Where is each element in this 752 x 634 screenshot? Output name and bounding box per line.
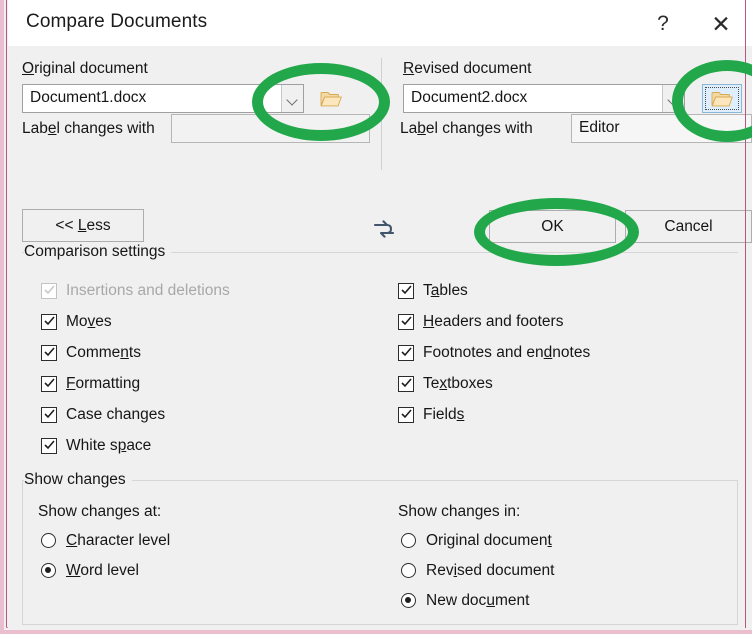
check-icon	[44, 378, 55, 388]
revised-document-combobox[interactable]: Document2.docx	[403, 84, 685, 113]
check-icon	[44, 316, 55, 326]
revised-label-changes-with-label: Label changes with	[400, 120, 533, 137]
check-icon	[44, 409, 55, 419]
folder-open-icon	[711, 91, 733, 106]
checkbox-box[interactable]	[398, 345, 414, 361]
radio-label: Revised document	[426, 562, 555, 579]
checkbox-label: Insertions and deletions	[66, 282, 230, 299]
revised-browse-button[interactable]	[702, 84, 742, 113]
radio-button[interactable]	[41, 533, 56, 548]
revised-label-changes-value: Editor	[579, 119, 620, 136]
screenshot-frame: Compare Documents ? ✕ Original document …	[0, 0, 752, 634]
chevron-down-icon[interactable]	[662, 85, 684, 112]
check-icon	[401, 409, 412, 419]
checkbox-box[interactable]	[41, 407, 57, 423]
check-icon	[44, 285, 55, 295]
checkbox-label: Headers and footers	[423, 313, 564, 330]
radio-label: Original document	[426, 532, 552, 549]
ok-button[interactable]: OK	[489, 210, 616, 243]
radio-button[interactable]	[401, 593, 416, 608]
checkbox-label: Footnotes and endnotes	[423, 344, 591, 361]
check-icon	[401, 285, 412, 295]
checkbox-label: Case changes	[66, 406, 166, 423]
swap-arrows-icon	[373, 220, 395, 238]
checkbox-label: Tables	[423, 282, 468, 299]
checkbox-box[interactable]	[41, 376, 57, 392]
checkbox-box[interactable]	[398, 376, 414, 392]
show-changes-group-line-bottom	[22, 624, 738, 625]
dialog-body: Original document Document1.docx Label c…	[8, 46, 752, 630]
radio-button[interactable]	[401, 533, 416, 548]
folder-open-icon	[320, 91, 342, 106]
checkbox-label: Moves	[66, 313, 112, 330]
check-icon	[44, 440, 55, 450]
radio-button[interactable]	[41, 563, 56, 578]
show-changes-group-line-right	[737, 480, 738, 624]
checkbox-box[interactable]	[398, 283, 414, 299]
revised-document-label: Revised document	[403, 60, 532, 77]
radio-label: Character level	[66, 532, 171, 549]
dialog-title: Compare Documents	[26, 11, 208, 32]
radio-button[interactable]	[401, 563, 416, 578]
checkbox-box[interactable]	[41, 314, 57, 330]
checkbox-label: Textboxes	[423, 375, 493, 392]
checkbox-label: White space	[66, 437, 152, 454]
swap-documents-button[interactable]	[368, 216, 400, 244]
check-icon	[401, 347, 412, 357]
revised-label-changes-input[interactable]: Editor	[571, 114, 752, 143]
checkbox-label: Comments	[66, 344, 141, 361]
checkbox-box[interactable]	[41, 438, 57, 454]
original-browse-button[interactable]	[311, 84, 351, 113]
checkbox-label: Formatting	[66, 375, 141, 392]
original-label-changes-input[interactable]	[171, 114, 370, 143]
radio-label: New document	[426, 592, 530, 609]
radio-label: Word level	[66, 562, 139, 579]
close-button[interactable]: ✕	[704, 9, 738, 39]
original-label-changes-with-label: Label changes with	[22, 120, 155, 137]
checkbox-box[interactable]	[398, 314, 414, 330]
help-button[interactable]: ?	[646, 9, 680, 39]
check-icon	[401, 316, 412, 326]
column-divider	[381, 58, 382, 170]
show-changes-group-label: Show changes	[24, 471, 132, 489]
original-document-value: Document1.docx	[30, 89, 147, 106]
cancel-button[interactable]: Cancel	[625, 210, 752, 243]
chevron-down-icon[interactable]	[281, 85, 303, 112]
checkbox-label: Fields	[423, 406, 465, 423]
original-document-combobox[interactable]: Document1.docx	[22, 84, 304, 113]
show-changes-at-label: Show changes at:	[38, 503, 162, 520]
show-changes-in-label: Show changes in:	[398, 503, 521, 520]
check-icon	[401, 378, 412, 388]
checkbox-box	[41, 283, 57, 299]
checkbox-box[interactable]	[41, 345, 57, 361]
checkbox-box[interactable]	[398, 407, 414, 423]
dialog-titlebar: Compare Documents ? ✕	[8, 0, 752, 47]
check-icon	[44, 347, 55, 357]
original-document-label: Original document	[22, 60, 148, 77]
revised-document-value: Document2.docx	[411, 89, 528, 106]
show-changes-group-line-left	[22, 480, 23, 624]
less-button[interactable]: << Less	[22, 209, 144, 242]
comparison-settings-group-label: Comparison settings	[24, 243, 172, 261]
